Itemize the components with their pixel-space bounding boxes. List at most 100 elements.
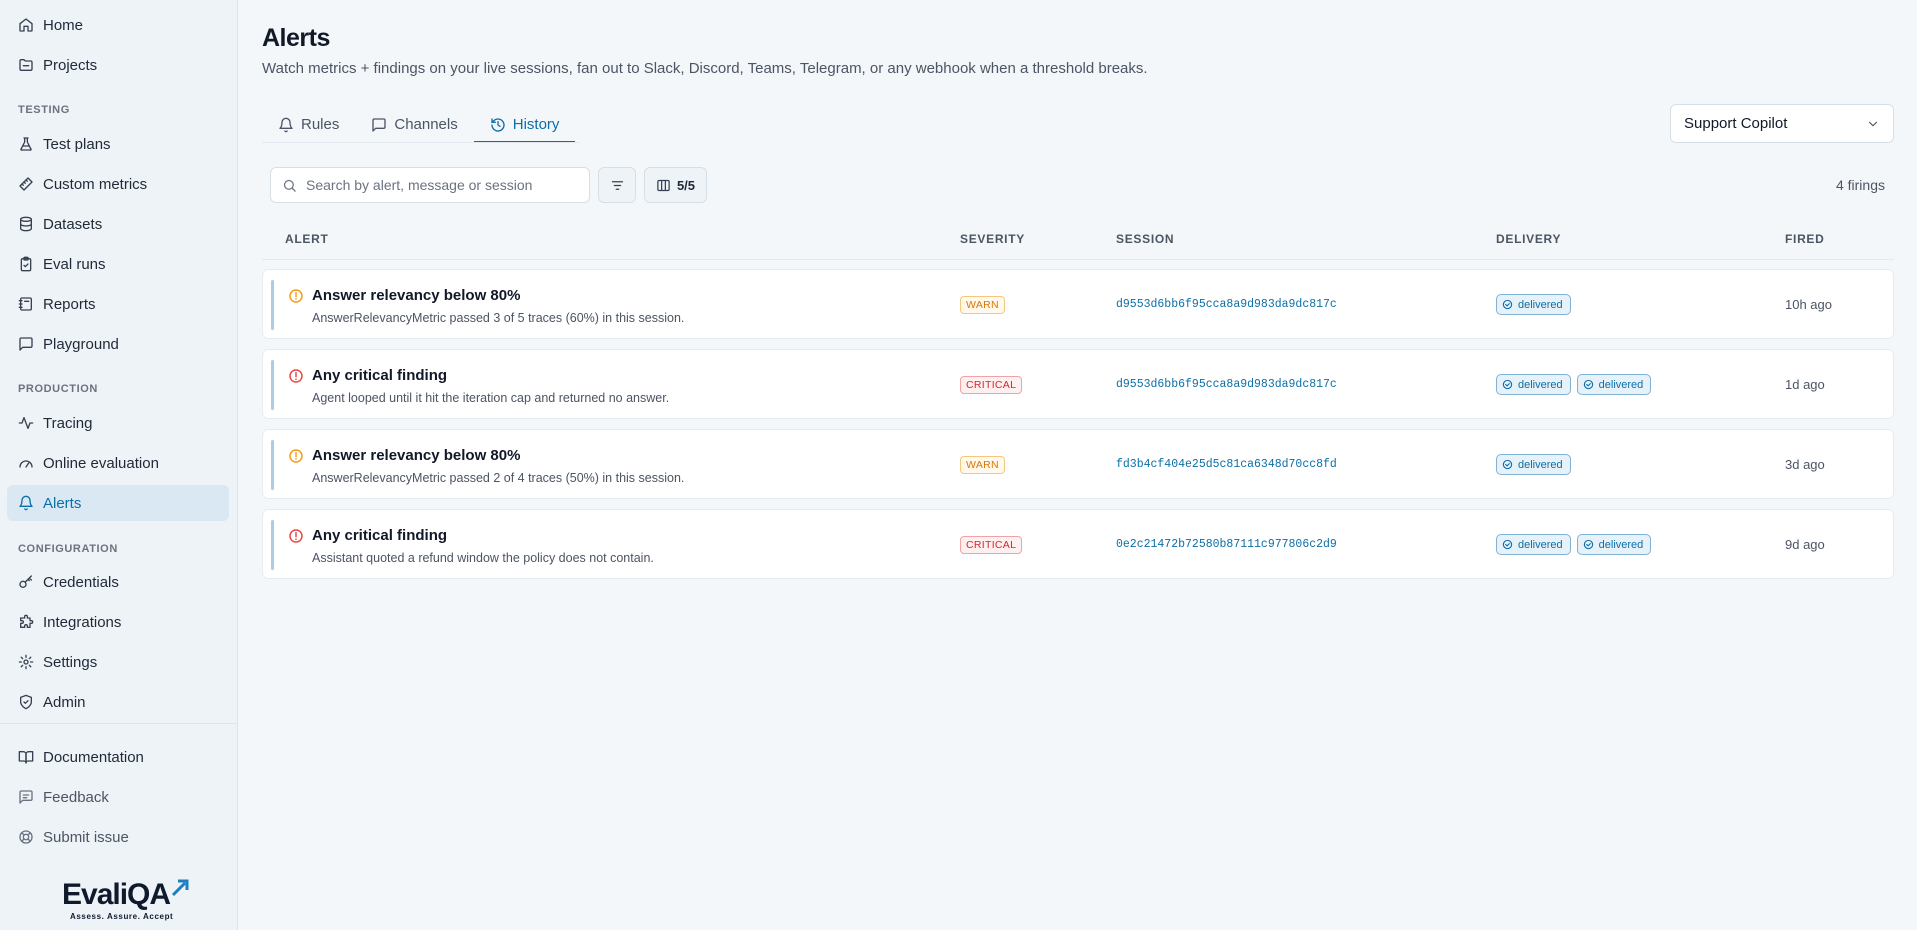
session-link[interactable]: d9553d6bb6f95cca8a9d983da9dc817c xyxy=(1116,298,1337,311)
search-box xyxy=(270,167,590,203)
sidebar-item-label: Documentation xyxy=(43,748,144,766)
table-row[interactable]: Any critical finding Assistant quoted a … xyxy=(262,509,1894,579)
lifebuoy-icon xyxy=(18,829,34,845)
table-row[interactable]: Any critical finding Agent looped until … xyxy=(262,349,1894,419)
alert-message: AnswerRelevancyMetric passed 2 of 4 trac… xyxy=(312,471,685,485)
columns-button[interactable]: 5/5 xyxy=(644,167,707,203)
page-subtitle: Watch metrics + findings on your live se… xyxy=(262,60,1148,77)
message-square-icon xyxy=(18,336,34,352)
alert-title: Answer relevancy below 80% xyxy=(312,287,521,304)
sidebar-section-testing: TESTING xyxy=(18,104,70,116)
bell-icon xyxy=(18,495,34,511)
project-select-value: Support Copilot xyxy=(1684,115,1788,132)
row-accent-bar xyxy=(271,280,274,330)
sidebar-item-reports[interactable]: Reports xyxy=(7,286,229,322)
delivery-status: delivered xyxy=(1518,458,1563,471)
delivery-chips: delivered delivered xyxy=(1496,374,1652,395)
alert-title: Any critical finding xyxy=(312,527,448,544)
sidebar-item-admin[interactable]: Admin xyxy=(7,684,229,720)
sidebar-item-feedback[interactable]: Feedback xyxy=(7,779,229,815)
sidebar-item-label: Custom metrics xyxy=(43,175,148,193)
check-circle-icon xyxy=(1502,299,1513,310)
clipboard-check-icon xyxy=(18,256,34,272)
sidebar-item-alerts[interactable]: Alerts xyxy=(7,485,229,521)
flask-icon xyxy=(18,136,34,152)
sidebar-item-integrations[interactable]: Integrations xyxy=(7,604,229,640)
session-link[interactable]: d9553d6bb6f95cca8a9d983da9dc817c xyxy=(1116,378,1337,391)
delivery-chip: delivered xyxy=(1496,454,1571,475)
warning-circle-icon xyxy=(289,449,303,463)
fired-time: 10h ago xyxy=(1785,297,1832,312)
tab-history[interactable]: History xyxy=(473,108,576,143)
column-header-session[interactable]: SESSION xyxy=(1116,232,1174,246)
notebook-icon xyxy=(18,296,34,312)
sidebar-item-credentials[interactable]: Credentials xyxy=(7,564,229,600)
tab-label: History xyxy=(512,116,560,133)
sidebar-item-projects[interactable]: Projects xyxy=(7,47,229,83)
sidebar-section-production: PRODUCTION xyxy=(18,383,98,395)
fired-time: 9d ago xyxy=(1785,537,1825,552)
sidebar-item-label: Credentials xyxy=(43,573,119,591)
evaliqa-logo: EvaliQA Assess. Assure. Accept xyxy=(60,878,189,924)
warning-circle-icon xyxy=(289,289,303,303)
row-accent-bar xyxy=(271,360,274,410)
filter-button[interactable] xyxy=(598,167,636,203)
sidebar-item-label: Alerts xyxy=(43,494,82,512)
tab-channels[interactable]: Channels xyxy=(355,108,473,143)
book-icon xyxy=(18,749,34,765)
arrow-up-right-icon xyxy=(171,879,189,897)
sidebar-item-datasets[interactable]: Datasets xyxy=(7,206,229,242)
table-row[interactable]: Answer relevancy below 80% AnswerRelevan… xyxy=(262,269,1894,339)
sidebar-item-online-evaluation[interactable]: Online evaluation xyxy=(7,445,229,481)
sidebar-item-label: Feedback xyxy=(43,788,109,806)
session-link[interactable]: fd3b4cf404e25d5c81ca6348d70cc8fd xyxy=(1116,458,1337,471)
page-title: Alerts xyxy=(262,24,330,52)
sidebar-item-playground[interactable]: Playground xyxy=(7,326,229,362)
puzzle-icon xyxy=(18,614,34,630)
column-header-delivery[interactable]: DELIVERY xyxy=(1496,232,1561,246)
tab-rules[interactable]: Rules xyxy=(262,108,355,143)
sidebar-item-tracing[interactable]: Tracing xyxy=(7,405,229,441)
sidebar-item-home[interactable]: Home xyxy=(7,7,229,43)
sidebar-item-label: Submit issue xyxy=(43,828,129,846)
logo-tagline: Assess. Assure. Accept xyxy=(70,912,174,921)
sidebar-divider xyxy=(0,723,238,724)
sidebar: Home Projects TESTING Test plans Custom … xyxy=(0,0,238,930)
column-header-alert[interactable]: ALERT xyxy=(285,232,329,246)
alert-message: Assistant quoted a refund window the pol… xyxy=(312,551,654,565)
sidebar-item-submit-issue[interactable]: Submit issue xyxy=(7,819,229,855)
check-circle-icon xyxy=(1502,379,1513,390)
sidebar-item-eval-runs[interactable]: Eval runs xyxy=(7,246,229,282)
alert-message: AnswerRelevancyMetric passed 3 of 5 trac… xyxy=(312,311,685,325)
column-header-severity[interactable]: SEVERITY xyxy=(960,232,1025,246)
table-header-divider xyxy=(262,259,1894,260)
severity-badge: WARN xyxy=(960,296,1005,314)
sidebar-item-settings[interactable]: Settings xyxy=(7,644,229,680)
delivery-chips: delivered delivered xyxy=(1496,534,1652,555)
column-header-fired[interactable]: FIRED xyxy=(1785,232,1825,246)
message-square-icon xyxy=(371,117,387,133)
sidebar-item-label: Integrations xyxy=(43,613,122,631)
search-input[interactable] xyxy=(306,177,576,193)
row-accent-bar xyxy=(271,440,274,490)
delivery-status: delivered xyxy=(1518,378,1563,391)
delivery-chip: delivered xyxy=(1496,294,1571,315)
bell-icon xyxy=(278,117,294,133)
search-icon xyxy=(283,179,296,192)
folder-icon xyxy=(18,57,34,73)
alert-circle-icon xyxy=(289,369,303,383)
sidebar-section-configuration: CONFIGURATION xyxy=(18,543,118,555)
history-icon xyxy=(490,117,506,133)
session-link[interactable]: 0e2c21472b72580b87111c977806c2d9 xyxy=(1116,538,1337,551)
sidebar-item-documentation[interactable]: Documentation xyxy=(7,739,229,775)
sidebar-item-test-plans[interactable]: Test plans xyxy=(7,126,229,162)
table-row[interactable]: Answer relevancy below 80% AnswerRelevan… xyxy=(262,429,1894,499)
check-circle-icon xyxy=(1583,539,1593,550)
tab-label: Channels xyxy=(394,116,458,133)
check-circle-icon xyxy=(1502,539,1513,550)
project-select[interactable]: Support Copilot xyxy=(1670,104,1894,143)
check-circle-icon xyxy=(1583,379,1593,390)
columns-icon xyxy=(657,179,670,191)
sidebar-item-custom-metrics[interactable]: Custom metrics xyxy=(7,166,229,202)
severity-badge: CRITICAL xyxy=(960,536,1023,554)
